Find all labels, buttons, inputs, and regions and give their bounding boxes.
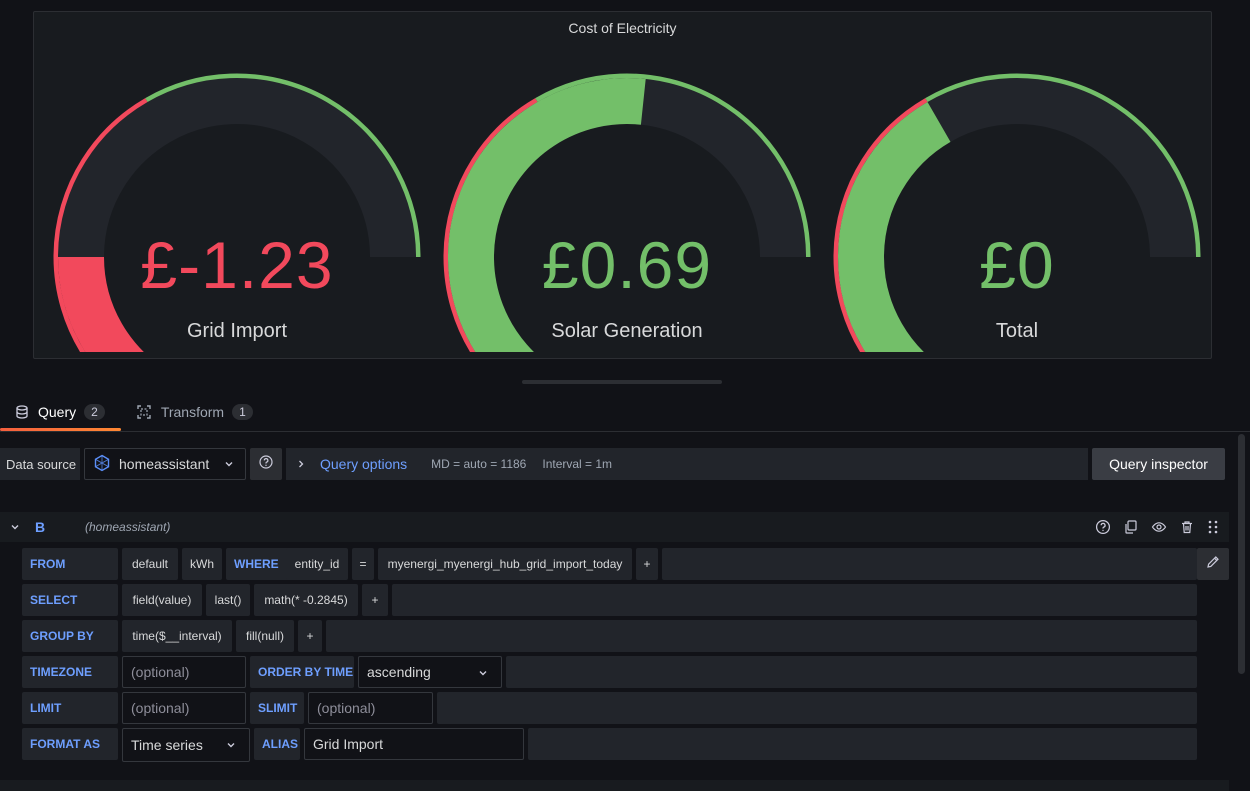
gauge-svg	[53, 73, 421, 352]
max-data-points: MD = auto = 1186	[431, 457, 527, 471]
gauge-panel: Cost of Electricity £-1.23 Grid Import £…	[33, 11, 1212, 359]
pane-resize-handle[interactable]	[522, 380, 722, 384]
slimit-keyword: SLIMIT	[250, 692, 304, 724]
help-icon[interactable]	[1095, 519, 1111, 540]
query-datasource-name: (homeassistant)	[85, 520, 171, 534]
tab-query[interactable]: Query 2	[0, 395, 121, 431]
gauge-svg	[443, 73, 811, 352]
grafana-panel-editor: Cost of Electricity £-1.23 Grid Import £…	[0, 0, 1250, 791]
gauge-value: £0.69	[541, 228, 713, 302]
row-filler	[392, 584, 1197, 616]
chevron-right-icon	[296, 459, 306, 469]
transform-icon	[137, 405, 151, 419]
chevron-down-icon[interactable]	[9, 520, 21, 538]
group-by-keyword: GROUP BY	[22, 620, 118, 652]
query-row-actions	[1095, 519, 1219, 540]
influxdb-icon	[93, 454, 111, 475]
gauge-label: Solar Generation	[551, 320, 703, 342]
timezone-input[interactable]: (optional)	[122, 656, 246, 688]
datasource-name: homeassistant	[119, 456, 210, 472]
scrollbar[interactable]	[1238, 434, 1245, 674]
drag-handle-icon[interactable]	[1207, 519, 1219, 540]
format-as-keyword: FORMAT AS	[22, 728, 118, 760]
duplicate-icon[interactable]	[1123, 519, 1139, 540]
gauge-solar-generation: £0.69 Solar Generation	[437, 62, 817, 352]
tab-label: Transform	[160, 404, 225, 420]
from-keyword: FROM	[22, 548, 118, 580]
database-icon	[16, 405, 28, 419]
tag-value-segment[interactable]: myenergi_myenergi_hub_grid_import_today	[378, 548, 632, 580]
gauge-grid-import: £-1.23 Grid Import	[47, 62, 427, 352]
policy-segment[interactable]: default	[122, 548, 178, 580]
row-filler	[662, 548, 1197, 580]
chevron-down-icon	[225, 738, 237, 754]
group-by-fill[interactable]: fill(null)	[236, 620, 294, 652]
timezone-keyword: TIMEZONE	[22, 656, 118, 688]
query-options-toggle[interactable]: Query options MD = auto = 1186 Interval …	[286, 448, 1088, 480]
select-part-last[interactable]: last()	[206, 584, 250, 616]
gauge-total: £0 Total	[827, 62, 1207, 352]
add-group-by-button[interactable]: +	[298, 620, 322, 652]
order-by-select[interactable]: ascending	[358, 656, 502, 688]
query-row-header: B (homeassistant)	[0, 512, 1229, 542]
format-as-select[interactable]: Time series	[122, 728, 250, 762]
format-as-value: Time series	[131, 737, 203, 753]
tab-counter: 1	[232, 404, 253, 420]
gauge-svg	[833, 73, 1201, 352]
datasource-picker[interactable]: homeassistant	[84, 448, 246, 480]
row-filler	[506, 656, 1197, 688]
datasource-help-button[interactable]	[250, 448, 282, 480]
tab-counter: 2	[84, 404, 105, 420]
query-ref-id[interactable]: B	[35, 519, 45, 535]
query-options-label: Query options	[320, 456, 408, 472]
alias-keyword: ALIAS	[254, 728, 300, 760]
eye-icon[interactable]	[1151, 519, 1167, 540]
select-part-math[interactable]: math(* -0.2845)	[254, 584, 358, 616]
row-filler	[437, 692, 1197, 724]
chevron-down-icon	[223, 457, 235, 473]
chevron-down-icon	[477, 666, 489, 682]
order-by-keyword: ORDER BY TIME	[250, 656, 354, 688]
alias-input[interactable]: Grid Import	[304, 728, 524, 760]
gauge-value: £0	[979, 228, 1055, 302]
trash-icon[interactable]	[1179, 519, 1195, 540]
order-by-value: ascending	[367, 664, 431, 680]
select-part-field[interactable]: field(value)	[122, 584, 202, 616]
tag-key-segment[interactable]: entity_id	[286, 548, 348, 580]
row-filler	[326, 620, 1197, 652]
raw-query-toggle-button[interactable]	[1197, 548, 1229, 580]
gauge-value: £-1.23	[140, 228, 334, 302]
interval-value: Interval = 1m	[542, 457, 613, 471]
operator-segment[interactable]: =	[352, 548, 374, 580]
gauge-label: Total	[995, 320, 1039, 342]
add-condition-button[interactable]: +	[636, 548, 658, 580]
tab-label: Query	[38, 404, 77, 420]
slimit-input[interactable]: (optional)	[308, 692, 433, 724]
panel-title: Cost of Electricity	[568, 20, 677, 36]
tab-transform[interactable]: Transform 1	[121, 395, 269, 429]
query-inspector-button[interactable]: Query inspector	[1092, 448, 1225, 480]
pencil-icon	[1206, 555, 1220, 574]
select-keyword: SELECT	[22, 584, 118, 616]
add-select-part-button[interactable]: +	[362, 584, 388, 616]
datasource-label: Data source	[0, 448, 80, 480]
row-filler	[528, 728, 1197, 760]
next-query-row-header	[0, 780, 1229, 791]
limit-input[interactable]: (optional)	[122, 692, 246, 724]
editor-tabs: Query 2 Transform 1	[0, 395, 269, 431]
group-by-time[interactable]: time($__interval)	[122, 620, 232, 652]
measurement-segment[interactable]: kWh	[182, 548, 222, 580]
gauge-label: Grid Import	[186, 320, 288, 342]
limit-keyword: LIMIT	[22, 692, 118, 724]
question-circle-icon	[259, 454, 273, 474]
